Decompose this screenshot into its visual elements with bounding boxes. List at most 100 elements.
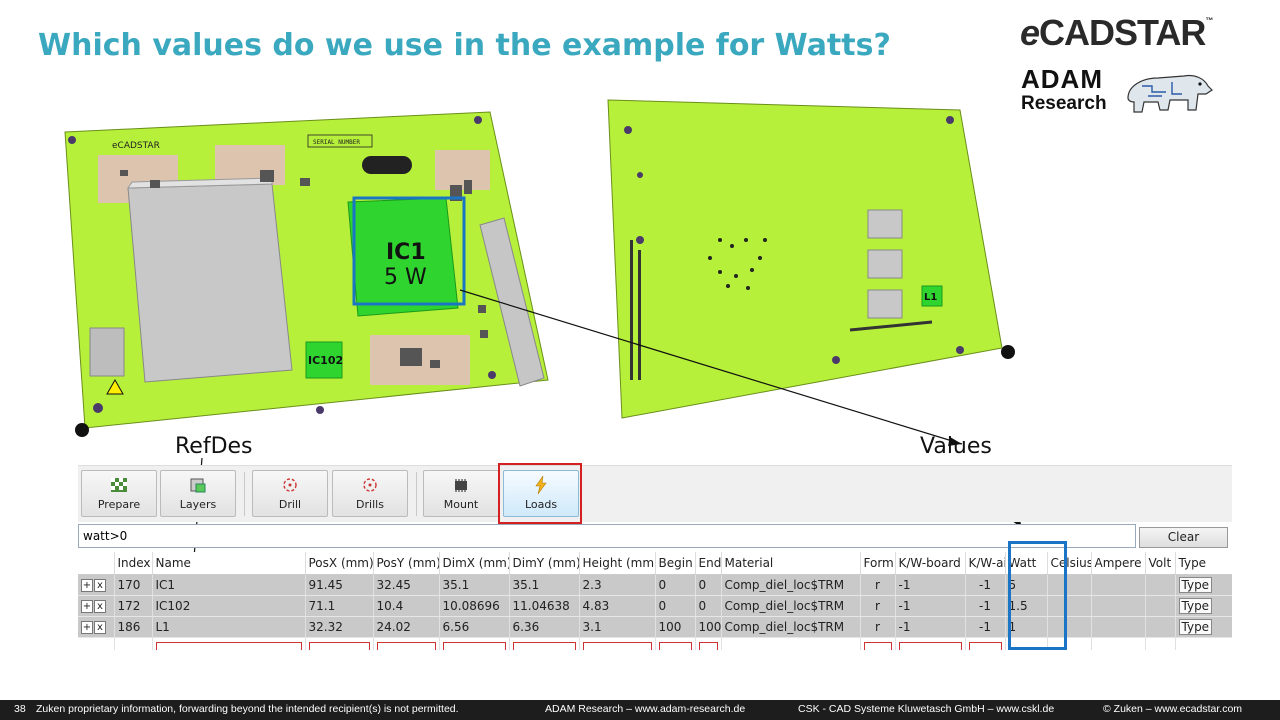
col-header-dimx[interactable]: DimX (mm) — [439, 552, 510, 575]
cell-dimx[interactable]: 10.08696 — [439, 595, 510, 617]
col-header-type[interactable]: Type — [1175, 552, 1232, 575]
expand-button[interactable]: + — [81, 621, 93, 634]
cell-volt[interactable] — [1145, 574, 1176, 596]
col-header-kw-air[interactable]: K/W-air — [965, 552, 1006, 575]
layers-button[interactable]: Layers — [160, 470, 236, 517]
empty-cell[interactable] — [308, 641, 370, 650]
col-header-end[interactable]: End — [695, 552, 722, 575]
watt-highlight-box — [1008, 541, 1067, 650]
cell-begin[interactable]: 0 — [655, 595, 696, 617]
col-header-index[interactable]: Index — [114, 552, 153, 575]
cell-form[interactable]: r — [860, 595, 896, 617]
empty-cell[interactable] — [698, 641, 718, 650]
empty-cell[interactable] — [442, 641, 506, 650]
cell-posy[interactable]: 10.4 — [373, 595, 440, 617]
cell-index[interactable]: 186 — [114, 616, 153, 638]
cell-kw-board[interactable]: -1 — [895, 616, 966, 638]
cell-posy[interactable]: 24.02 — [373, 616, 440, 638]
type-button[interactable]: Type — [1178, 597, 1213, 614]
empty-cell[interactable] — [658, 641, 692, 650]
cell-kw-board[interactable]: -1 — [895, 574, 966, 596]
col-header-material[interactable]: Material — [721, 552, 861, 575]
cell-ampere[interactable] — [1091, 574, 1146, 596]
cell-material[interactable]: Comp_diel_loc$TRM — [721, 616, 861, 638]
cell-volt[interactable] — [1145, 595, 1176, 617]
col-header-dimy[interactable]: DimY (mm) — [509, 552, 580, 575]
empty-cell[interactable] — [582, 641, 652, 650]
prepare-button[interactable]: Prepare — [81, 470, 157, 517]
cell-posx[interactable]: 32.32 — [305, 616, 374, 638]
delete-row-button[interactable]: x — [94, 600, 106, 613]
footer-csk: CSK - CAD Systeme Kluwetasch GmbH – www.… — [798, 703, 1055, 715]
cell-material[interactable]: Comp_diel_loc$TRM — [721, 595, 861, 617]
empty-name-cell[interactable] — [155, 641, 302, 650]
cell-ampere[interactable] — [1091, 595, 1146, 617]
col-header-volt[interactable]: Volt — [1145, 552, 1176, 575]
mount-button[interactable]: Mount — [423, 470, 499, 517]
empty-cell[interactable] — [898, 641, 962, 650]
col-header-kw-board[interactable]: K/W-board — [895, 552, 966, 575]
mount-icon — [455, 479, 467, 492]
cell-posx[interactable]: 91.45 — [305, 574, 374, 596]
type-button[interactable]: Type — [1178, 576, 1213, 593]
cell-height[interactable]: 3.1 — [579, 616, 656, 638]
col-header-posy[interactable]: PosY (mm) — [373, 552, 440, 575]
cell-posy[interactable]: 32.45 — [373, 574, 440, 596]
footer-bar: 38 Zuken proprietary information, forwar… — [0, 700, 1280, 720]
cell-begin[interactable]: 100 — [655, 616, 696, 638]
footer-notice: Zuken proprietary information, forwardin… — [36, 703, 459, 715]
drill-button[interactable]: Drill — [252, 470, 328, 517]
col-header-ampere[interactable]: Ampere — [1091, 552, 1146, 575]
cell-height[interactable]: 4.83 — [579, 595, 656, 617]
filter-input[interactable] — [78, 524, 1136, 548]
layers-icon — [190, 478, 206, 493]
delete-row-button[interactable]: x — [94, 621, 106, 634]
cell-name[interactable]: IC1 — [152, 574, 306, 596]
cell-index[interactable]: 172 — [114, 595, 153, 617]
drills-button[interactable]: Drills — [332, 470, 408, 517]
ribbon-toolbar: Prepare Layers Drill Drills Mount Loads — [78, 465, 1232, 522]
empty-cell[interactable] — [968, 641, 1002, 650]
cell-dimy[interactable]: 6.36 — [509, 616, 580, 638]
cell-material[interactable]: Comp_diel_loc$TRM — [721, 574, 861, 596]
cell-form[interactable]: r — [860, 616, 896, 638]
empty-cell[interactable] — [512, 641, 576, 650]
cell-kw-air[interactable]: -1 — [965, 574, 1006, 596]
cell-index[interactable]: 170 — [114, 574, 153, 596]
col-header-height[interactable]: Height (mm) — [579, 552, 656, 575]
empty-cell[interactable] — [863, 641, 892, 650]
cell-posx[interactable]: 71.1 — [305, 595, 374, 617]
expand-button[interactable]: + — [81, 579, 93, 592]
cell-name[interactable]: IC102 — [152, 595, 306, 617]
cell-end[interactable]: 0 — [695, 574, 722, 596]
cell-kw-air[interactable]: -1 — [965, 595, 1006, 617]
cell-kw-board[interactable]: -1 — [895, 595, 966, 617]
drill-icon — [283, 478, 297, 492]
cell-form[interactable]: r — [860, 574, 896, 596]
col-header-posx[interactable]: PosX (mm) — [305, 552, 374, 575]
cell-kw-air[interactable]: -1 — [965, 616, 1006, 638]
col-header-name[interactable]: Name — [152, 552, 306, 575]
cell-ampere[interactable] — [1091, 616, 1146, 638]
col-header[interactable] — [78, 552, 115, 575]
col-header-form[interactable]: Form — [860, 552, 896, 575]
cell-name[interactable]: L1 — [152, 616, 306, 638]
type-button[interactable]: Type — [1178, 618, 1213, 635]
col-header-begin[interactable]: Begin — [655, 552, 696, 575]
cell-end[interactable]: 100 — [695, 616, 722, 638]
cell-begin[interactable]: 0 — [655, 574, 696, 596]
expand-button[interactable]: + — [81, 600, 93, 613]
clear-button[interactable]: Clear — [1139, 527, 1228, 548]
cell-volt[interactable] — [1145, 616, 1176, 638]
footer-adam: ADAM Research – www.adam-research.de — [545, 703, 746, 715]
cell-dimy[interactable]: 35.1 — [509, 574, 580, 596]
footer-zuken: © Zuken – www.ecadstar.com — [1103, 703, 1243, 715]
cell-dimy[interactable]: 11.04638 — [509, 595, 580, 617]
empty-cell[interactable] — [376, 641, 436, 650]
cell-dimx[interactable]: 6.56 — [439, 616, 510, 638]
page-number: 38 — [14, 703, 26, 715]
cell-dimx[interactable]: 35.1 — [439, 574, 510, 596]
delete-row-button[interactable]: x — [94, 579, 106, 592]
cell-end[interactable]: 0 — [695, 595, 722, 617]
cell-height[interactable]: 2.3 — [579, 574, 656, 596]
